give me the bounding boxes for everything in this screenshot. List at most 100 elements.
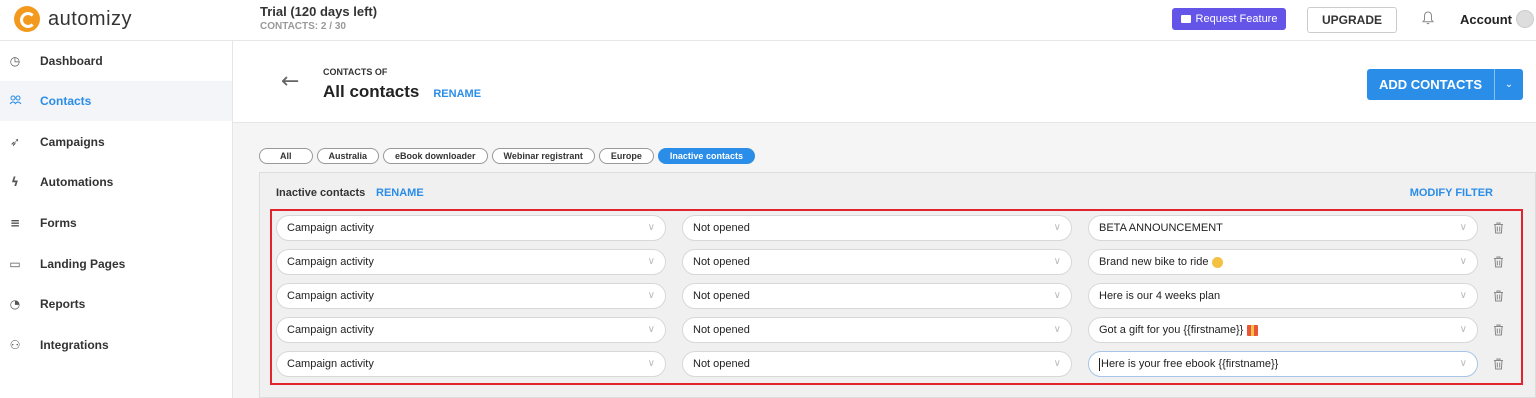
tab-all[interactable]: All [259, 148, 313, 164]
campaign-value: Here is our 4 weeks plan [1099, 290, 1221, 302]
add-contacts-button[interactable]: ADD CONTACTS ⌄ [1367, 69, 1523, 100]
rename-list-link[interactable]: RENAME [433, 88, 481, 100]
dashboard-icon: ◷ [9, 54, 21, 68]
trash-icon[interactable] [1493, 222, 1504, 234]
filter-row: Campaign activity ∨ Not opened ∨ Brand new… [276, 249, 1516, 277]
campaign-select[interactable]: Here is your free ebook {{firstname}} ∨ [1088, 351, 1478, 377]
tab-australia[interactable]: Australia [316, 148, 380, 164]
account-label: Account [1460, 11, 1512, 27]
condition-select[interactable]: Not opened ∨ [682, 317, 1072, 343]
forms-icon: ≡ [9, 216, 21, 230]
sidebar-item-landing-pages[interactable]: ▭ Landing Pages [0, 244, 232, 284]
sidebar-item-label: Automations [40, 175, 114, 189]
sidebar-item-label: Integrations [40, 338, 109, 352]
sidebar-item-forms[interactable]: ≡ Forms [0, 203, 232, 243]
trash-icon[interactable] [1493, 358, 1504, 370]
chevron-down-icon: ∨ [1053, 290, 1061, 301]
sidebar-item-contacts[interactable]: Contacts [0, 81, 232, 121]
gift-emoji-icon [1247, 324, 1259, 336]
campaign-select[interactable]: Got a gift for you {{firstname}} ∨ [1088, 317, 1478, 343]
trash-icon[interactable] [1493, 256, 1504, 268]
chevron-down-icon: ∨ [647, 290, 655, 301]
sidebar-item-integrations[interactable]: ⚇ Integrations [0, 325, 232, 365]
sidebar: ◷ Dashboard Contacts ➶ Campaigns ϟ Autom… [0, 41, 233, 398]
chevron-down-icon: ∨ [647, 222, 655, 233]
filter-rules: Campaign activity ∨ Not opened ∨ BETA ANNO… [270, 209, 1523, 385]
chevron-down-icon: ∨ [1053, 222, 1061, 233]
bolt-icon: ϟ [11, 175, 19, 189]
field-value: Campaign activity [287, 324, 374, 336]
tab-europe[interactable]: Europe [598, 148, 654, 164]
main-content: All Australia eBook downloader Webinar r… [233, 123, 1536, 398]
text-cursor [1099, 357, 1100, 371]
chevron-down-icon[interactable]: ⌄ [1495, 79, 1523, 90]
chevron-down-icon: ∨ [1053, 256, 1061, 267]
bell-icon[interactable] [1422, 11, 1434, 25]
chevron-down-icon: ∨ [1459, 290, 1467, 301]
tab-ebook-downloader[interactable]: eBook downloader [383, 148, 488, 164]
integrations-icon: ⚇ [9, 338, 21, 352]
upgrade-button[interactable]: UPGRADE [1307, 7, 1397, 33]
field-select[interactable]: Campaign activity ∨ [276, 283, 666, 309]
tab-inactive-contacts[interactable]: Inactive contacts [657, 148, 755, 164]
page-title: All contacts [323, 82, 420, 101]
rename-segment-link[interactable]: RENAME [376, 187, 424, 199]
filter-row: Campaign activity ∨ Not opened ∨ Got a gif… [276, 317, 1516, 345]
account-menu[interactable]: Account [1460, 10, 1534, 28]
modify-filter-link[interactable]: MODIFY FILTER [1410, 187, 1493, 199]
send-icon: ➶ [9, 135, 21, 149]
sidebar-item-dashboard[interactable]: ◷ Dashboard [0, 41, 232, 81]
filter-row: Campaign activity ∨ Not opened ∨ BETA ANNO… [276, 215, 1516, 243]
chevron-down-icon: ∨ [1459, 222, 1467, 233]
campaign-select[interactable]: Brand new bike to ride ∨ [1088, 249, 1478, 275]
chevron-down-icon: ∨ [647, 358, 655, 369]
chevron-down-icon: ∨ [1053, 324, 1061, 335]
top-bar: automizy Trial (120 days left) CONTACTS:… [0, 0, 1536, 41]
request-feature-button[interactable]: Request Feature [1172, 8, 1286, 30]
trash-icon[interactable] [1493, 324, 1504, 336]
field-select[interactable]: Campaign activity ∨ [276, 351, 666, 377]
chevron-down-icon: ∨ [1459, 324, 1467, 335]
segment-tabs: All Australia eBook downloader Webinar r… [259, 148, 755, 164]
campaign-select[interactable]: Here is our 4 weeks plan ∨ [1088, 283, 1478, 309]
title-row: All contacts RENAME [323, 82, 481, 102]
sidebar-item-label: Forms [40, 216, 77, 230]
sidebar-item-automations[interactable]: ϟ Automations [0, 162, 232, 202]
condition-value: Not opened [693, 256, 750, 268]
avatar [1516, 10, 1534, 28]
condition-select[interactable]: Not opened ∨ [682, 215, 1072, 241]
sidebar-item-label: Campaigns [40, 135, 105, 149]
automizy-logo-icon [14, 6, 40, 32]
field-value: Campaign activity [287, 256, 374, 268]
sidebar-item-reports[interactable]: ◔ Reports [0, 284, 232, 324]
campaign-value: BETA ANNOUNCEMENT [1099, 222, 1223, 234]
filter-row: Campaign activity ∨ Not opened ∨ Here is y… [276, 351, 1516, 379]
app-logo[interactable]: automizy [14, 6, 132, 32]
condition-select[interactable]: Not opened ∨ [682, 249, 1072, 275]
condition-value: Not opened [693, 324, 750, 336]
condition-select[interactable]: Not opened ∨ [682, 351, 1072, 377]
sidebar-item-campaigns[interactable]: ➶ Campaigns [0, 122, 232, 162]
campaign-value: Here is your free ebook {{firstname}} [1101, 358, 1279, 370]
campaign-value: Brand new bike to ride [1099, 256, 1209, 268]
trial-title: Trial (120 days left) [260, 4, 378, 19]
condition-select[interactable]: Not opened ∨ [682, 283, 1072, 309]
field-select[interactable]: Campaign activity ∨ [276, 249, 666, 275]
reports-icon: ◔ [9, 297, 21, 311]
field-select[interactable]: Campaign activity ∨ [276, 317, 666, 343]
add-contacts-label: ADD CONTACTS [1378, 77, 1483, 92]
trash-icon[interactable] [1493, 290, 1504, 302]
back-arrow-icon[interactable]: ← [281, 69, 299, 94]
sidebar-item-label: Landing Pages [40, 257, 126, 271]
logo-text: automizy [48, 7, 133, 30]
field-select[interactable]: Campaign activity ∨ [276, 215, 666, 241]
sidebar-item-label: Contacts [40, 94, 92, 108]
segment-title: Inactive contacts [276, 187, 366, 199]
tab-webinar-registrant[interactable]: Webinar registrant [491, 148, 595, 164]
field-value: Campaign activity [287, 222, 374, 234]
chevron-down-icon: ∨ [1459, 358, 1467, 369]
chevron-down-icon: ∨ [647, 324, 655, 335]
sidebar-item-label: Reports [40, 297, 86, 311]
contacts-count: CONTACTS: 2 / 30 [260, 21, 346, 32]
campaign-select[interactable]: BETA ANNOUNCEMENT ∨ [1088, 215, 1478, 241]
